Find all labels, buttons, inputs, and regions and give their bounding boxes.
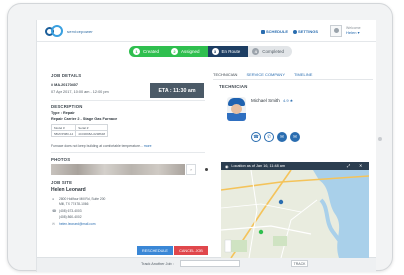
map-title: Location as of Jan 16, 11:48 am bbox=[231, 164, 286, 168]
job-site-marker bbox=[258, 229, 264, 235]
dot-icon bbox=[205, 168, 208, 171]
step-assigned: 2 Assigned bbox=[167, 46, 208, 57]
eta-badge: ETA : 11:30 am bbox=[150, 83, 204, 98]
calendar-icon bbox=[261, 29, 265, 34]
step-number: 4 bbox=[252, 48, 260, 55]
track-job-input[interactable] bbox=[180, 260, 240, 267]
track-button[interactable]: TRACK bbox=[291, 260, 308, 267]
table-cell: 4C03098A-0298648 bbox=[75, 130, 109, 137]
step-label: En Route bbox=[221, 49, 241, 54]
step-label: Completed bbox=[262, 49, 285, 54]
chat-button[interactable]: ✉ bbox=[277, 132, 287, 142]
settings-label: SETTINGS bbox=[298, 29, 319, 34]
job-site-heading: JOB SITE bbox=[51, 180, 73, 185]
cancel-job-button[interactable]: CANCEL JOB bbox=[174, 246, 208, 255]
job-progress: 1 Created 2 Assigned 3 En Route 4 Completed bbox=[129, 46, 293, 57]
customer-name: Helen Leonard bbox=[51, 187, 86, 193]
settings-link[interactable]: SETTINGS bbox=[293, 29, 318, 34]
tablet-home-button bbox=[378, 137, 382, 141]
divider bbox=[51, 152, 205, 153]
zoom-control[interactable] bbox=[224, 239, 232, 253]
gear-icon bbox=[293, 29, 297, 34]
call-button[interactable]: ☎ bbox=[251, 132, 261, 142]
step-completed: 4 Completed bbox=[248, 46, 293, 57]
job-number: # MA.20170407 bbox=[51, 83, 79, 87]
job-type: Type : Repair bbox=[51, 111, 75, 115]
logo[interactable]: servicepower bbox=[45, 25, 93, 37]
address-line-1: 2800 Hollfour Mill Rd, Suite 200 bbox=[59, 197, 106, 201]
location-map[interactable] bbox=[221, 170, 369, 258]
schedule-label: SCHEDULE bbox=[266, 29, 289, 34]
close-icon[interactable]: ✕ bbox=[359, 163, 362, 168]
sms-button[interactable]: ✆ bbox=[264, 132, 274, 142]
job-details-heading: JOB DETAILS bbox=[51, 73, 82, 78]
step-label: Created bbox=[143, 49, 160, 54]
notes-text: Furnace does not keep building at comfor… bbox=[51, 144, 143, 148]
divider bbox=[51, 100, 205, 101]
email-button[interactable]: ✉ bbox=[290, 132, 300, 142]
user-menu[interactable]: Helen ▾ bbox=[346, 30, 360, 35]
photo-next-button[interactable]: › bbox=[186, 164, 196, 175]
location-icon: ◉ bbox=[225, 164, 229, 169]
technician-rating: 4.9 ★ bbox=[283, 98, 294, 103]
schedule-link[interactable]: SCHEDULE bbox=[261, 29, 288, 34]
step-number: 3 bbox=[211, 48, 219, 55]
top-bar: servicepower SCHEDULE SETTINGS Welcome H… bbox=[37, 20, 376, 42]
mail-icon: ✉ bbox=[52, 222, 55, 226]
email-link[interactable]: helen.leonard@mail.com bbox=[59, 222, 96, 226]
table-cell: 58MVP080-14 bbox=[50, 130, 77, 137]
user-avatar[interactable] bbox=[330, 25, 342, 37]
technician-heading: TECHNICIAN bbox=[219, 84, 248, 89]
map-header: ◉ Location as of Jan 16, 11:48 am ⤢ ✕ bbox=[221, 162, 369, 170]
step-label: Assigned bbox=[181, 49, 200, 54]
phone-1[interactable]: (408) 673-4003 bbox=[59, 209, 82, 213]
logo-rings-icon bbox=[45, 25, 65, 37]
technician-marker bbox=[278, 199, 284, 205]
step-created: 1 Created bbox=[129, 46, 168, 57]
technician-photo bbox=[227, 97, 246, 121]
location-pin-icon: ● bbox=[52, 197, 55, 201]
job-date: 07 Apr 2017, 10:00 am - 12:00 pm bbox=[51, 90, 109, 94]
technician-name: Michael Smith bbox=[251, 98, 280, 103]
track-label: Track Another Job : bbox=[141, 262, 174, 266]
job-notes: Furnace does not keep building at comfor… bbox=[51, 144, 151, 148]
phone-icon: ☎ bbox=[52, 209, 57, 213]
description-heading: DESCRIPTION bbox=[51, 104, 83, 109]
tab-underline bbox=[213, 79, 373, 80]
photos-heading: PHOTOS bbox=[51, 157, 71, 162]
job-product: Repair Carrier 2 - Stage Gas Furnace bbox=[51, 117, 118, 121]
more-link[interactable]: more bbox=[144, 144, 152, 148]
step-number: 1 bbox=[133, 48, 140, 55]
step-number: 2 bbox=[171, 48, 179, 55]
product-table: Model # Serial # 58MVP080-14 4C03098A-02… bbox=[50, 124, 109, 137]
reschedule-button[interactable]: RESCHEDULE bbox=[137, 246, 173, 255]
expand-icon[interactable]: ⤢ bbox=[347, 163, 350, 168]
step-en-route: 3 En Route bbox=[207, 46, 249, 57]
logo-text: servicepower bbox=[67, 28, 93, 34]
address-line-2: Mill, TX 77478-1066 bbox=[59, 202, 89, 206]
phone-2[interactable]: (408) 860-4002 bbox=[59, 215, 82, 219]
photo-strip[interactable] bbox=[51, 164, 185, 175]
app-screen: servicepower SCHEDULE SETTINGS Welcome H… bbox=[36, 20, 376, 272]
